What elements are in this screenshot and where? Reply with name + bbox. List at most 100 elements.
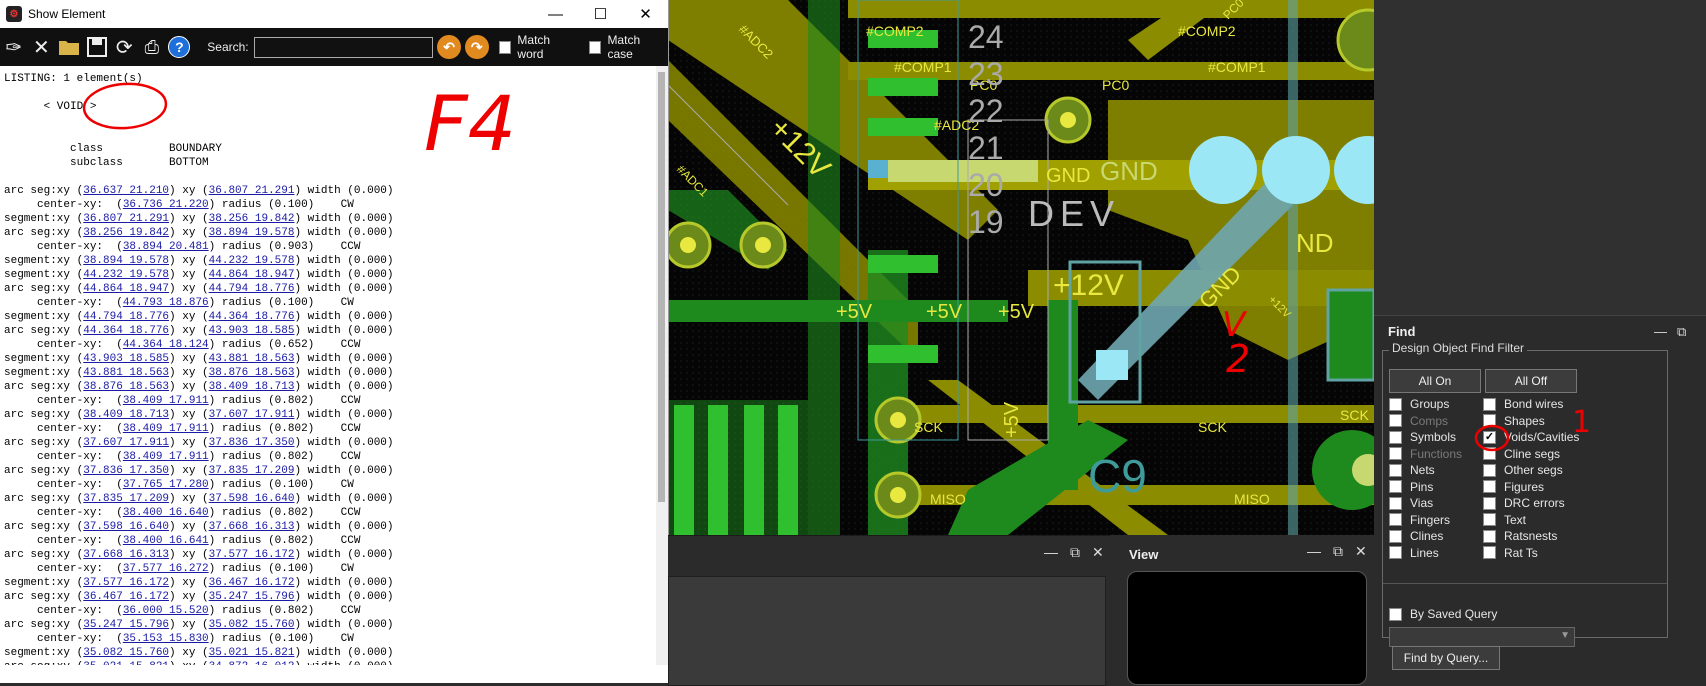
find-filter-comps[interactable]: Comps [1389,414,1448,428]
coordinate-link[interactable]: 35.153 15.830 [123,633,209,645]
coordinate-link[interactable]: 44.864 18.947 [209,269,295,281]
all-on-button[interactable]: All On [1389,369,1481,393]
find-filter-functions[interactable]: Functions [1389,447,1462,461]
find-filter-groups[interactable]: Groups [1389,397,1449,411]
coordinate-link[interactable]: 36.736 21.220 [123,199,209,211]
coordinate-link[interactable]: 38.409 18.713 [209,381,295,393]
find-filter-vias[interactable]: Vias [1389,496,1433,510]
find-filter-pins[interactable]: Pins [1389,480,1433,494]
find-float-button[interactable]: ⧉ [1677,324,1686,340]
by-saved-query-checkbox[interactable] [1389,607,1402,621]
coordinate-link[interactable]: 37.835 17.209 [209,465,295,477]
coordinate-link[interactable]: 44.794 18.776 [209,283,295,295]
coordinate-link[interactable]: 37.836 17.350 [83,465,169,477]
search-previous-icon[interactable]: ↶ [437,35,461,59]
coordinate-link[interactable]: 38.400 16.641 [123,535,209,547]
view-preview[interactable] [1127,571,1367,685]
coordinate-link[interactable]: 43.903 18.585 [83,353,169,365]
find-filter-drc-errors[interactable]: DRC errors [1483,496,1565,510]
coordinate-link[interactable]: 37.607 17.911 [83,437,169,449]
close-button[interactable]: ✕ [623,0,668,28]
coordinate-link[interactable]: 37.598 16.640 [83,521,169,533]
match-word-checkbox[interactable] [498,40,512,54]
find-filter-voids-cavities[interactable]: ✓ Voids/Cavities [1483,430,1579,444]
coordinate-link[interactable]: 44.232 19.578 [209,255,295,267]
checkbox[interactable] [1389,513,1402,526]
view-close-button[interactable]: ✕ [1355,543,1367,560]
checkbox[interactable] [1389,447,1402,460]
coordinate-link[interactable]: 38.409 17.911 [123,423,209,435]
coordinate-link[interactable]: 38.894 19.578 [83,255,169,267]
coordinate-link[interactable]: 44.864 18.947 [83,283,169,295]
coordinate-link[interactable]: 38.409 17.911 [123,451,209,463]
coordinate-link[interactable]: 37.835 17.209 [83,493,169,505]
coordinate-link[interactable]: 44.364 18.776 [83,325,169,337]
checkbox[interactable] [1389,414,1402,427]
coordinate-link[interactable]: 35.247 15.796 [209,591,295,603]
find-filter-ratsnests[interactable]: Ratsnests [1483,529,1557,543]
coordinate-link[interactable]: 36.000 15.520 [123,605,209,617]
coordinate-link[interactable]: 43.881 18.563 [209,353,295,365]
checkbox[interactable] [1483,513,1496,526]
coordinate-link[interactable]: 43.881 18.563 [83,367,169,379]
minimize-button[interactable]: — [533,0,578,28]
coordinate-link[interactable]: 37.668 16.313 [209,521,295,533]
coordinate-link[interactable]: 38.894 20.481 [123,241,209,253]
coordinate-link[interactable]: 43.903 18.585 [209,325,295,337]
coordinate-link[interactable]: 38.876 18.563 [83,381,169,393]
scrollbar-thumb[interactable] [658,72,665,502]
coordinate-link[interactable]: 37.577 16.172 [209,549,295,561]
view-float-button[interactable]: ⧉ [1333,543,1343,560]
dock-minimize-button[interactable]: — [1044,544,1058,561]
coordinate-link[interactable]: 44.793 18.876 [123,297,209,309]
find-minimize-button[interactable]: — [1654,324,1667,340]
coordinate-link[interactable]: 35.082 15.760 [83,647,169,659]
coordinate-link[interactable]: 37.607 17.911 [209,409,295,421]
match-case-checkbox[interactable] [588,40,602,54]
find-filter-symbols[interactable]: Symbols [1389,430,1456,444]
coordinate-link[interactable]: 36.467 16.172 [83,591,169,603]
checkbox[interactable] [1389,480,1402,493]
coordinate-link[interactable]: 37.577 16.172 [83,577,169,589]
pin-icon[interactable]: ✑ [0,32,28,62]
coordinate-link[interactable]: 38.400 16.640 [123,507,209,519]
find-filter-nets[interactable]: Nets [1389,463,1435,477]
coordinate-link[interactable]: 36.807 21.291 [83,213,169,225]
folder-icon[interactable] [55,32,83,62]
search-next-icon[interactable]: ↷ [464,35,489,59]
element-listing[interactable]: LISTING: 1 element(s) < VOID > class BOU… [0,66,656,665]
all-off-button[interactable]: All Off [1485,369,1577,393]
checkbox[interactable] [1389,397,1402,411]
coordinate-link[interactable]: 44.232 19.578 [83,269,169,281]
find-filter-other-segs[interactable]: Other segs [1483,463,1563,477]
search-input[interactable] [253,36,434,58]
coordinate-link[interactable]: 37.836 17.350 [209,437,295,449]
checkbox[interactable] [1389,463,1402,477]
find-filter-figures[interactable]: Figures [1483,480,1544,494]
checkbox[interactable] [1483,480,1496,493]
coordinate-link[interactable]: 37.765 17.280 [123,479,209,491]
coordinate-link[interactable]: 34.872 16.012 [209,661,295,665]
coordinate-link[interactable]: 44.364 18.776 [209,311,295,323]
maximize-button[interactable]: ☐ [578,0,623,28]
dock-close-button[interactable]: ✕ [1092,544,1104,561]
coordinate-link[interactable]: 38.876 18.563 [209,367,295,379]
coordinate-link[interactable]: 35.021 15.821 [209,647,295,659]
coordinate-link[interactable]: 38.256 19.842 [209,213,295,225]
find-filter-text[interactable]: Text [1483,513,1526,527]
coordinate-link[interactable]: 35.021 15.821 [83,661,169,665]
find-filter-bond-wires[interactable]: Bond wires [1483,397,1563,411]
coordinate-link[interactable]: 36.637 21.210 [83,185,169,197]
checkbox[interactable] [1389,529,1402,543]
checkbox-checked[interactable]: ✓ [1483,430,1496,444]
close-icon[interactable]: ✕ [28,32,56,62]
checkbox[interactable] [1483,447,1496,460]
coordinate-link[interactable]: 44.364 18.124 [123,339,209,351]
help-icon[interactable]: ? [166,32,194,62]
checkbox[interactable] [1483,546,1496,559]
pcb-canvas[interactable]: #COMP2 #COMP2 #COMP1 #COMP1 PC0 PC0 PC0 … [668,0,1374,535]
coordinate-link[interactable]: 36.807 21.291 [209,185,295,197]
coordinate-link[interactable]: 44.794 18.776 [83,311,169,323]
coordinate-link[interactable]: 37.668 16.313 [83,549,169,561]
find-filter-fingers[interactable]: Fingers [1389,513,1450,527]
